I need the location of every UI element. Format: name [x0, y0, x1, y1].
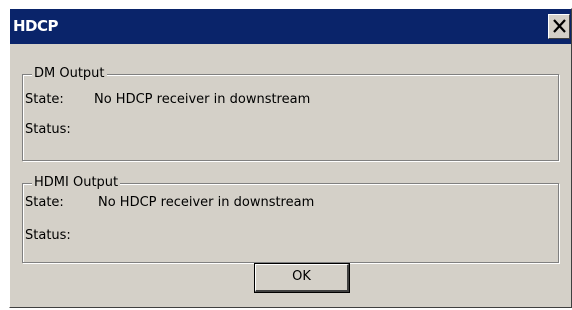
close-button[interactable]: [548, 14, 570, 39]
dm-state-value: No HDCP receiver in downstream: [94, 92, 311, 107]
hdmi-output-group-label: HDMI Output: [32, 175, 121, 190]
hdmi-state-label: State:: [25, 195, 64, 210]
dm-status-label: Status:: [25, 122, 71, 137]
ok-button[interactable]: OK: [254, 263, 350, 293]
hdmi-state-row: State: No HDCP receiver in downstream: [25, 195, 314, 210]
dm-output-group: DM Output State: No HDCP receiver in dow…: [22, 66, 559, 161]
title-bar[interactable]: HDCP: [10, 9, 571, 44]
hdmi-status-label: Status:: [25, 228, 71, 243]
close-x-icon: [553, 19, 566, 33]
hdmi-state-value: No HDCP receiver in downstream: [98, 195, 315, 210]
dm-state-row: State: No HDCP receiver in downstream: [25, 92, 310, 107]
hdcp-dialog: HDCP DM Output State: No HDCP receiver i…: [9, 8, 572, 308]
dialog-title: HDCP: [13, 17, 59, 35]
hdmi-output-group: HDMI Output State: No HDCP receiver in d…: [22, 175, 559, 263]
dm-output-group-label: DM Output: [32, 66, 107, 81]
dm-status-row: Status:: [25, 122, 71, 137]
dm-state-label: State:: [25, 92, 64, 107]
hdmi-status-row: Status:: [25, 228, 71, 243]
